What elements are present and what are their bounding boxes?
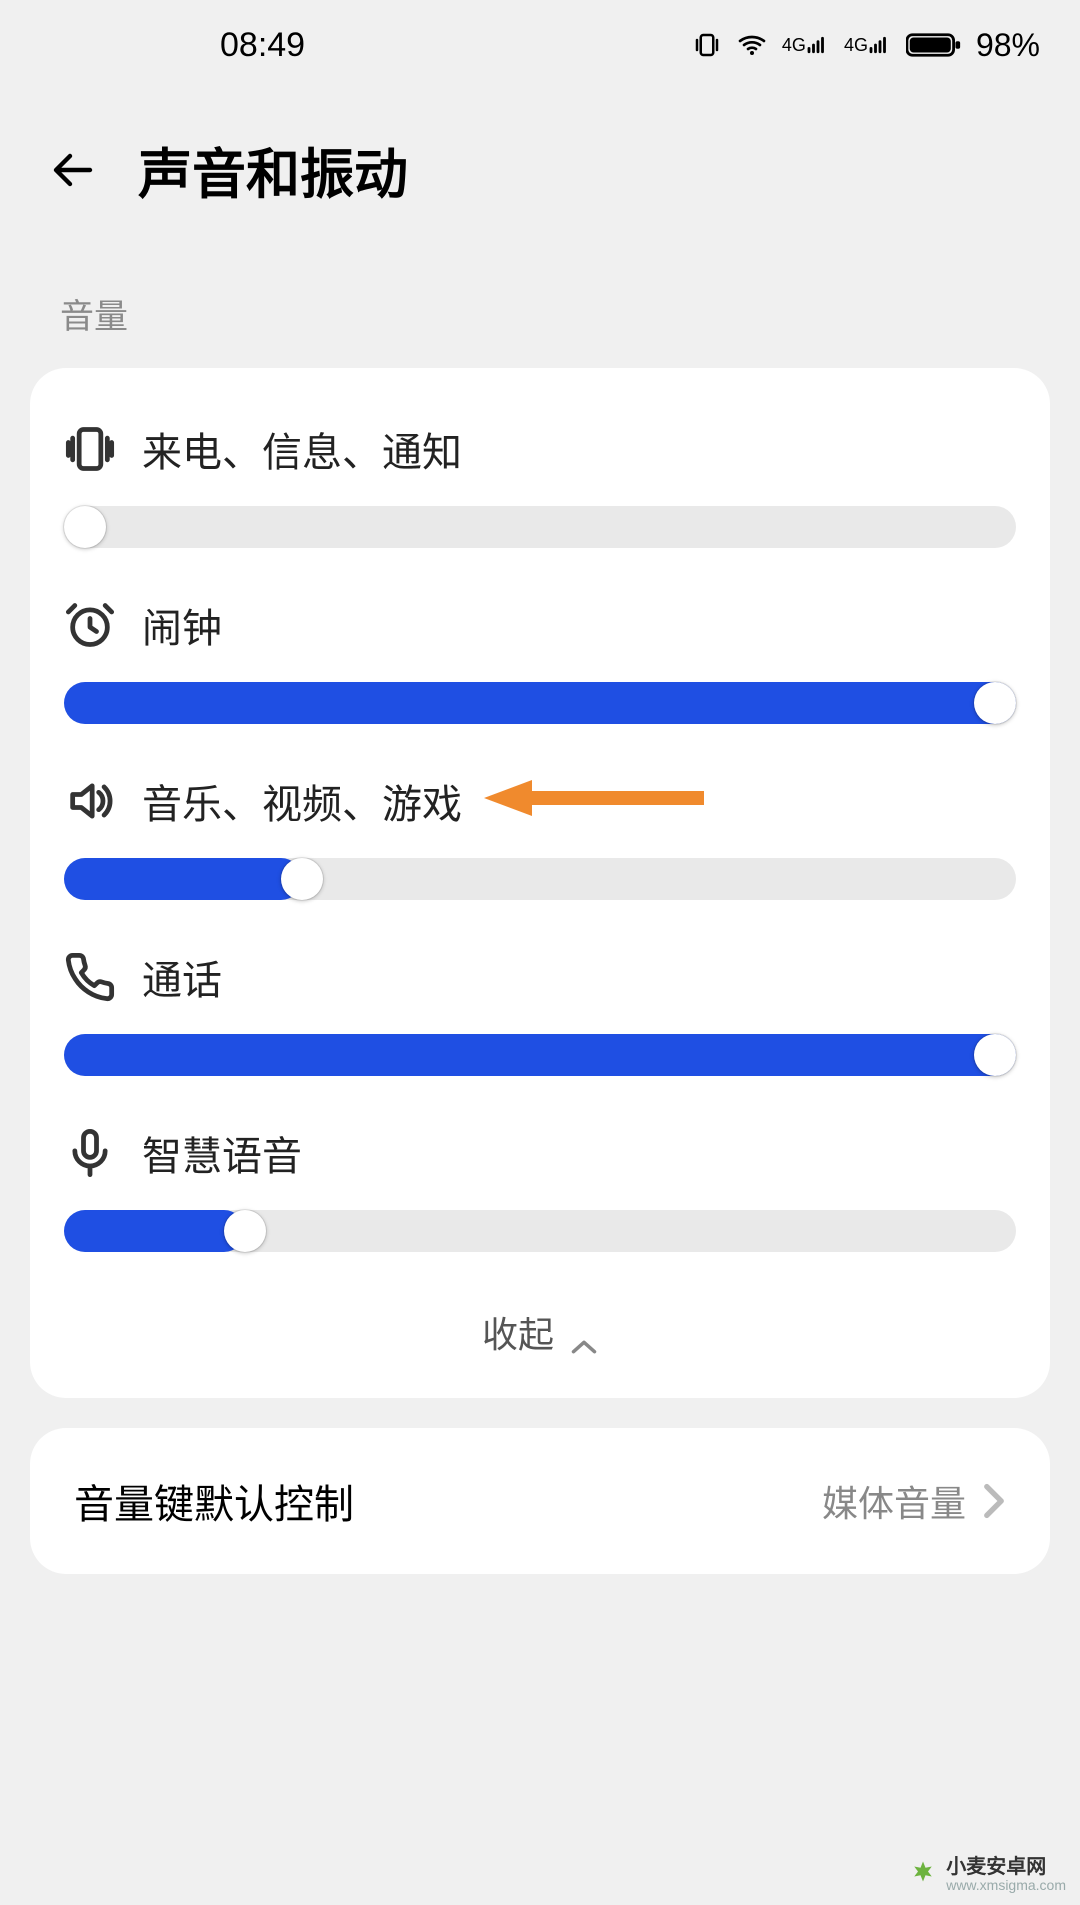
page-title: 声音和振动	[138, 130, 408, 209]
back-icon[interactable]	[50, 146, 98, 194]
battery-percent: 98%	[976, 27, 1040, 64]
slider-media: 音乐、视频、游戏	[64, 750, 1016, 926]
status-right: 4G 4G 98%	[692, 27, 1040, 64]
wifi-icon	[736, 29, 768, 61]
slider-label-call: 通话	[142, 948, 222, 1006]
volume-key-row[interactable]: 音量键默认控制 媒体音量	[64, 1436, 1016, 1566]
slider-label-voice: 智慧语音	[142, 1124, 302, 1182]
slider-thumb-ringtone[interactable]	[64, 506, 106, 548]
watermark-title: 小麦安卓网	[946, 1856, 1046, 1878]
mic-icon	[64, 1127, 116, 1179]
collapse-row[interactable]: 收起	[64, 1278, 1016, 1368]
slider-thumb-alarm[interactable]	[974, 682, 1016, 724]
volume-key-label: 音量键默认控制	[74, 1472, 354, 1530]
vibrate-icon	[64, 423, 116, 475]
speaker-icon	[64, 775, 116, 827]
status-bar: 08:49 4G 4G 98%	[0, 0, 1080, 90]
alarm-icon	[64, 599, 116, 651]
chevron-up-icon	[570, 1323, 598, 1341]
page-header: 声音和振动	[0, 90, 1080, 269]
vibrate-status-icon	[692, 30, 722, 60]
annotation-arrow	[484, 778, 704, 818]
slider-track-ringtone[interactable]	[64, 506, 1016, 548]
slider-alarm: 闹钟	[64, 574, 1016, 750]
slider-track-voice[interactable]	[64, 1210, 1016, 1252]
signal-4g-sim1-icon: 4G	[782, 36, 830, 54]
battery-icon	[906, 31, 962, 59]
slider-track-call[interactable]	[64, 1034, 1016, 1076]
status-time: 08:49	[220, 26, 305, 65]
slider-track-alarm[interactable]	[64, 682, 1016, 724]
watermark: 小麦安卓网 www.xmsigma.com	[908, 1856, 1066, 1893]
slider-thumb-voice[interactable]	[224, 1210, 266, 1252]
volume-card: 来电、信息、通知闹钟音乐、视频、游戏通话智慧语音收起	[30, 368, 1050, 1398]
slider-track-media[interactable]	[64, 858, 1016, 900]
slider-label-media: 音乐、视频、游戏	[142, 772, 462, 830]
volume-key-value: 媒体音量	[822, 1475, 966, 1527]
volume-key-card: 音量键默认控制 媒体音量	[30, 1428, 1050, 1574]
slider-ringtone: 来电、信息、通知	[64, 398, 1016, 574]
slider-voice: 智慧语音	[64, 1102, 1016, 1278]
collapse-label: 收起	[482, 1306, 554, 1358]
watermark-url: www.xmsigma.com	[946, 1878, 1066, 1893]
slider-call: 通话	[64, 926, 1016, 1102]
chevron-right-icon	[982, 1483, 1006, 1519]
slider-label-ringtone: 来电、信息、通知	[142, 420, 462, 478]
slider-thumb-media[interactable]	[281, 858, 323, 900]
section-volume-label: 音量	[0, 269, 1080, 368]
phone-icon	[64, 951, 116, 1003]
slider-thumb-call[interactable]	[974, 1034, 1016, 1076]
signal-4g-sim2-icon: 4G	[844, 36, 892, 54]
slider-label-alarm: 闹钟	[142, 596, 222, 654]
